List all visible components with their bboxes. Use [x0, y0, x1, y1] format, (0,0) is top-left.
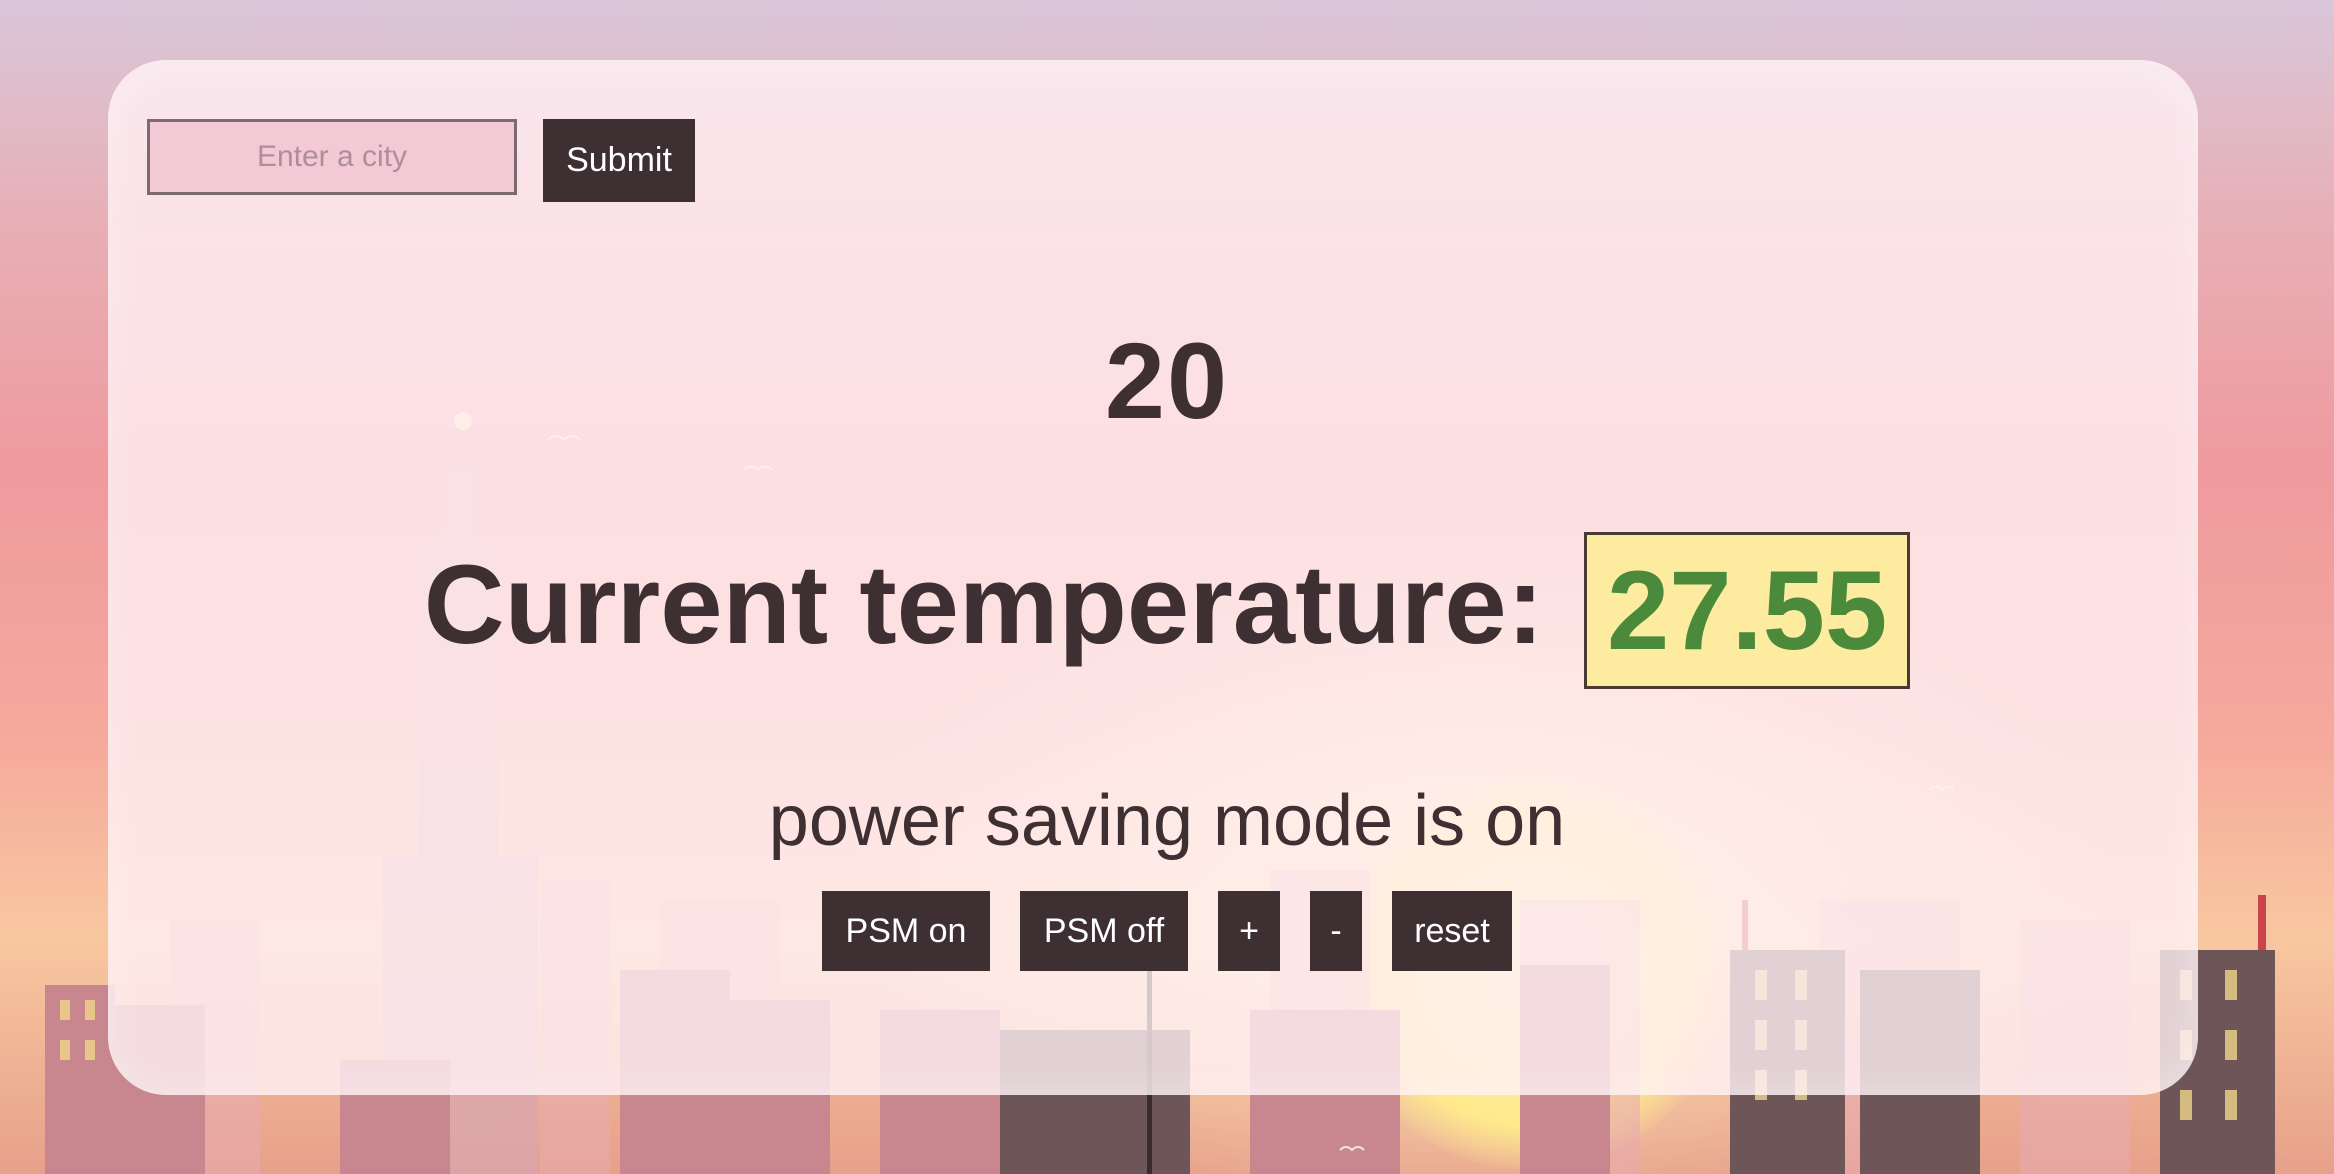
current-temperature-value: 27.55: [1583, 532, 1911, 690]
target-temperature: 20: [1104, 320, 1230, 441]
current-temperature-row: Current temperature: 27.55: [0, 520, 2334, 690]
psm-off-button[interactable]: PSM off: [1020, 891, 1188, 971]
increase-temperature-button[interactable]: +: [1218, 891, 1280, 971]
current-temperature-label: Current temperature:: [423, 542, 1544, 668]
city-search-form: Submit: [147, 119, 695, 202]
psm-on-button[interactable]: PSM on: [822, 891, 990, 971]
reset-button[interactable]: reset: [1392, 891, 1512, 971]
city-input[interactable]: [147, 119, 517, 195]
power-saving-mode-status: power saving mode is on: [768, 781, 1566, 861]
thermostat-controls: PSM on PSM off + - reset: [0, 891, 2334, 971]
submit-button[interactable]: Submit: [543, 119, 695, 202]
decrease-temperature-button[interactable]: -: [1310, 891, 1362, 971]
